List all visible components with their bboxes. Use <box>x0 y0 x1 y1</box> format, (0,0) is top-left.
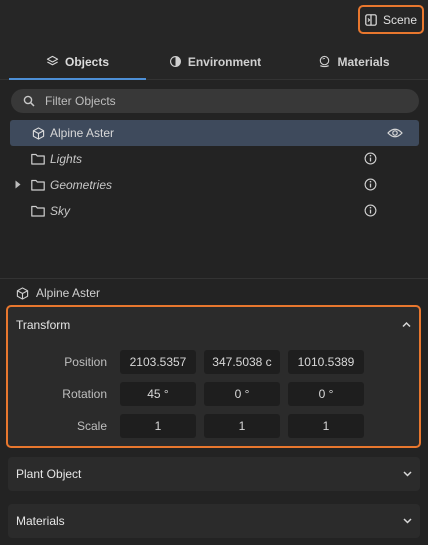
tab-materials[interactable]: Materials <box>284 44 424 79</box>
tree-item-lights[interactable]: Lights <box>10 146 419 172</box>
transform-panel-header[interactable]: Transform <box>8 307 419 343</box>
tab-bar: Objects Environment Materials <box>0 44 428 80</box>
panel-title: Transform <box>16 318 71 332</box>
scene-button[interactable]: Scene <box>358 5 424 34</box>
layers-icon <box>46 55 59 66</box>
rotation-x-field[interactable]: 45 ° <box>120 382 196 406</box>
tree-item-sky[interactable]: Sky <box>10 198 419 224</box>
position-row: Position 2103.5357 347.5038 c 1010.5389 <box>8 350 419 374</box>
scale-y-field[interactable]: 1 <box>204 414 280 438</box>
materials-panel[interactable]: Materials <box>8 504 420 538</box>
rotation-row: Rotation 45 ° 0 ° 0 ° <box>8 382 419 406</box>
materials-panel-header[interactable]: Materials <box>8 504 420 538</box>
tab-objects-label: Objects <box>64 54 109 69</box>
chevron-down-icon[interactable] <box>403 469 412 478</box>
environment-icon <box>169 56 181 67</box>
filter-placeholder: Filter Objects <box>45 94 116 108</box>
cube-icon <box>16 286 29 300</box>
position-z-field[interactable]: 1010.5389 <box>288 350 364 374</box>
folder-icon <box>31 179 45 191</box>
plant-object-panel[interactable]: Plant Object <box>8 457 420 491</box>
cube-icon <box>32 127 45 140</box>
scale-z-field[interactable]: 1 <box>288 414 364 438</box>
top-bar: Scene <box>0 0 428 44</box>
info-icon[interactable] <box>364 204 377 217</box>
material-icon <box>320 55 330 68</box>
chevron-down-icon[interactable] <box>403 516 412 525</box>
scale-x-field[interactable]: 1 <box>120 414 196 438</box>
tab-environment-label: Environment <box>187 54 262 69</box>
rotation-z-field[interactable]: 0 ° <box>288 382 364 406</box>
info-icon[interactable] <box>364 152 377 165</box>
info-icon[interactable] <box>364 178 377 191</box>
tab-materials-label: Materials <box>337 54 390 69</box>
tab-environment[interactable]: Environment <box>146 44 284 79</box>
scene-button-label: Scene <box>382 12 418 27</box>
chevron-up-icon[interactable] <box>402 320 411 329</box>
position-y-field[interactable]: 347.5038 c <box>204 350 280 374</box>
transform-panel: Transform Position 2103.5357 347.5038 c … <box>6 305 421 448</box>
folder-icon <box>31 153 45 165</box>
tab-objects[interactable]: Objects <box>9 44 146 80</box>
rotation-label: Rotation <box>62 387 107 401</box>
selected-object-name: Alpine Aster <box>36 286 101 300</box>
visibility-eye-icon[interactable] <box>387 127 403 139</box>
expand-caret-icon[interactable] <box>14 180 22 189</box>
position-label: Position <box>64 355 107 369</box>
folder-icon <box>31 205 45 217</box>
panel-title: Materials <box>16 514 65 528</box>
scale-label: Scale <box>76 419 107 433</box>
filter-objects-input[interactable]: Filter Objects <box>11 89 419 113</box>
plant-object-panel-header[interactable]: Plant Object <box>8 457 420 491</box>
tree-item-alpine-aster[interactable]: Alpine Aster <box>10 120 419 146</box>
rotation-y-field[interactable]: 0 ° <box>204 382 280 406</box>
tree-item-geometries[interactable]: Geometries <box>10 172 419 198</box>
tree-item-label: Sky <box>50 204 71 218</box>
panel-toggle-icon <box>365 13 377 26</box>
scale-row: Scale 1 1 1 <box>8 414 419 438</box>
search-icon <box>23 95 35 107</box>
tree-item-label: Lights <box>50 152 83 166</box>
position-x-field[interactable]: 2103.5357 <box>120 350 196 374</box>
section-divider <box>0 278 428 279</box>
tree-item-label: Geometries <box>50 178 113 192</box>
selected-object-header: Alpine Aster <box>16 286 100 300</box>
tree-item-label: Alpine Aster <box>50 126 115 140</box>
panel-title: Plant Object <box>16 467 82 481</box>
